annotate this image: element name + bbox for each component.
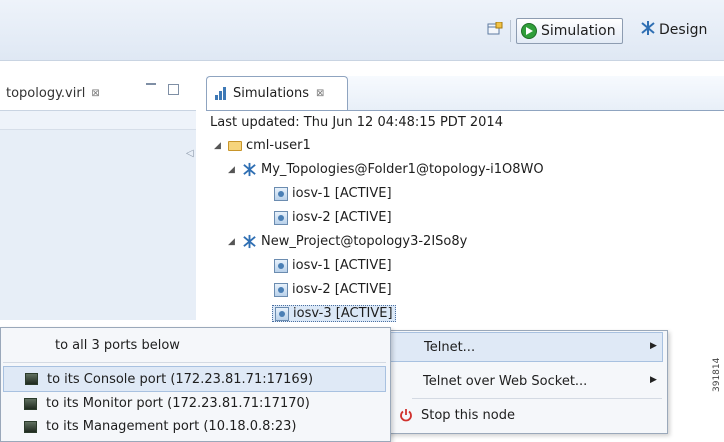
- menu-item-stop-node[interactable]: Stop this node: [384, 400, 663, 430]
- router-node-icon: [274, 186, 288, 201]
- submenu-item-label: to its Monitor port (172.23.81.71:17170): [46, 396, 310, 411]
- submenu-item-console-port[interactable]: to its Console port (172.23.81.71:17169): [3, 366, 386, 392]
- tree-node-label: iosv-1 [ACTIVE]: [292, 258, 392, 273]
- tree-topology-label: New_Project@topology3-2ISo8y: [261, 234, 468, 249]
- submenu-item-all-ports[interactable]: to all 3 ports below: [3, 330, 386, 360]
- terminal-icon: [24, 397, 37, 410]
- submenu-item-monitor-port[interactable]: to its Monitor port (172.23.81.71:17170): [3, 392, 386, 415]
- expand-arrow-icon[interactable]: ◢: [214, 141, 224, 151]
- tree-node-label: iosv-3 [ACTIVE]: [293, 306, 393, 321]
- submenu-arrow-icon: ▶: [650, 341, 657, 351]
- tree-node-row[interactable]: iosv-2 [ACTIVE]: [274, 210, 392, 225]
- tree-node-row[interactable]: iosv-1 [ACTIVE]: [274, 258, 392, 273]
- perspective-simulation-button[interactable]: Simulation: [516, 18, 623, 44]
- simulation-play-icon: [521, 23, 537, 39]
- close-icon[interactable]: ⊠: [316, 88, 324, 99]
- router-node-icon: [275, 306, 289, 321]
- menu-item-label: Telnet over Web Socket...: [423, 373, 588, 389]
- perspective-design-label: Design: [659, 22, 708, 38]
- router-node-icon: [274, 258, 288, 273]
- telnet-submenu: to all 3 ports below to its Console port…: [0, 327, 391, 442]
- perspective-design-button[interactable]: Design: [640, 18, 707, 42]
- menu-separator: [412, 398, 662, 399]
- menu-item-label: Stop this node: [421, 407, 515, 423]
- perspective-simulation-label: Simulation: [541, 23, 616, 39]
- submenu-item-management-port[interactable]: to its Management port (10.18.0.8:23): [3, 415, 386, 438]
- menu-separator: [3, 362, 386, 363]
- maximize-view-button[interactable]: [168, 84, 179, 95]
- tab-simulations[interactable]: Simulations ⊠: [206, 76, 348, 110]
- node-context-menu: Telnet... ▶ Telnet over Web Socket... ▶ …: [381, 330, 668, 434]
- tree-user-row[interactable]: ◢ cml-user1: [214, 138, 311, 153]
- submenu-item-label: to its Console port (172.23.81.71:17169): [47, 371, 314, 387]
- router-node-icon: [274, 282, 288, 297]
- tree-topology-row[interactable]: ◢ New_Project@topology3-2ISo8y: [228, 234, 467, 249]
- design-topology-icon: [640, 20, 656, 40]
- submenu-item-label: to its Management port (10.18.0.8:23): [46, 419, 297, 434]
- topology-icon: [242, 162, 257, 177]
- tree-node-row[interactable]: iosv-1 [ACTIVE]: [274, 186, 392, 201]
- tree-topology-label: My_Topologies@Folder1@topology-i1O8WO: [261, 162, 544, 177]
- simulations-chart-icon: [215, 87, 228, 100]
- tree-user-label: cml-user1: [246, 138, 311, 153]
- tree-node-label: iosv-1 [ACTIVE]: [292, 186, 392, 201]
- menu-item-label: Telnet...: [424, 339, 476, 355]
- tree-node-row-selected[interactable]: iosv-3 [ACTIVE]: [272, 305, 396, 322]
- tree-node-label: iosv-2 [ACTIVE]: [292, 210, 392, 225]
- collapse-arrow-icon[interactable]: ◁: [186, 148, 194, 159]
- editor-tab-bar: topology.virl ⊠: [0, 76, 196, 111]
- toolbar-separator: [510, 20, 511, 42]
- tab-simulations-label: Simulations: [233, 86, 310, 101]
- terminal-icon: [24, 420, 37, 433]
- editor-canvas[interactable]: [0, 130, 196, 320]
- power-icon: [399, 408, 413, 422]
- expand-arrow-icon[interactable]: ◢: [228, 165, 238, 175]
- tab-topology-virl[interactable]: topology.virl: [6, 86, 85, 101]
- figure-id-watermark: 391814: [712, 357, 722, 392]
- submenu-arrow-icon: ▶: [650, 375, 657, 385]
- editor-toolbar: [0, 111, 196, 130]
- open-perspective-icon[interactable]: [487, 21, 503, 36]
- expand-arrow-icon[interactable]: ◢: [228, 237, 238, 247]
- last-updated-text: Last updated: Thu Jun 12 04:48:15 PDT 20…: [210, 115, 503, 130]
- menu-item-telnet-websocket[interactable]: Telnet over Web Socket...: [384, 366, 663, 396]
- tree-topology-row[interactable]: ◢ My_Topologies@Folder1@topology-i1O8WO: [228, 162, 544, 177]
- submenu-item-label: to all 3 ports below: [55, 337, 180, 353]
- folder-open-icon: [228, 140, 242, 151]
- terminal-icon: [25, 373, 38, 385]
- close-icon[interactable]: ⊠: [91, 88, 99, 99]
- tree-node-label: iosv-2 [ACTIVE]: [292, 282, 392, 297]
- tree-node-row[interactable]: iosv-2 [ACTIVE]: [274, 282, 392, 297]
- menu-item-telnet[interactable]: Telnet...: [384, 332, 663, 362]
- minimize-view-button[interactable]: [146, 83, 156, 93]
- topology-icon: [242, 234, 257, 249]
- router-node-icon: [274, 210, 288, 225]
